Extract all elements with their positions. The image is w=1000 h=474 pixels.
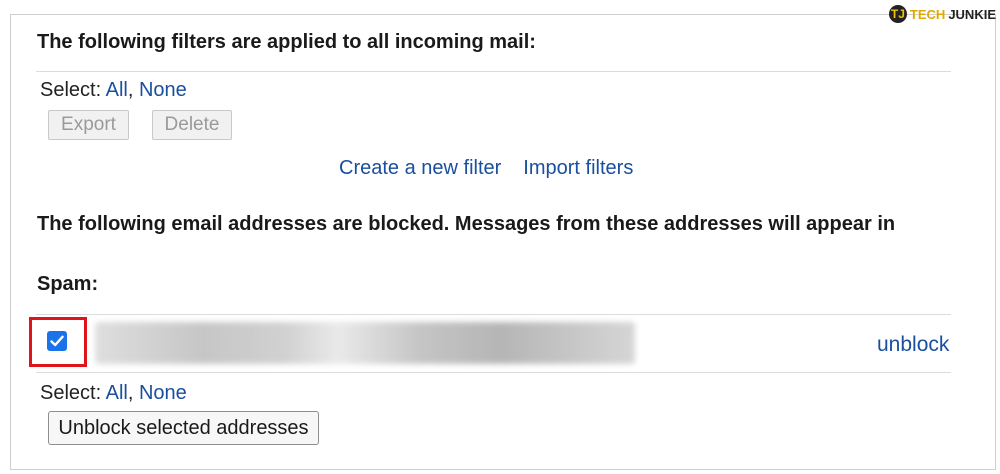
select-label: Select: [40,382,102,404]
export-button[interactable]: Export [48,110,129,140]
unblock-link[interactable]: unblock [877,333,949,357]
logo-text-junkie: JUNKIE [948,6,996,22]
create-filter-link[interactable]: Create a new filter [339,157,501,179]
checkmark-icon [50,335,64,347]
unblock-selected-button[interactable]: Unblock selected addresses [48,411,319,445]
blocked-heading: The following email addresses are blocke… [37,213,896,235]
blocked-select-row: Select: All, None [40,382,187,404]
delete-button[interactable]: Delete [152,110,232,140]
divider [36,71,951,72]
select-all-link[interactable]: All [106,382,128,404]
blocked-address-checkbox[interactable] [47,331,67,351]
import-filters-link[interactable]: Import filters [523,157,633,179]
divider [36,314,951,315]
select-none-link[interactable]: None [139,382,187,404]
select-all-link[interactable]: All [106,79,128,101]
divider [36,372,951,373]
filters-heading: The following filters are applied to all… [37,31,536,53]
logo-text-tech: TECH [909,6,946,22]
filters-select-row: Select: All, None [40,79,187,101]
blocked-heading-spam: Spam: [37,273,99,295]
blurred-email-address [95,322,635,364]
select-none-link[interactable]: None [139,79,187,101]
techjunkie-logo: TJ TECH JUNKIE [888,4,996,24]
filter-actions: Create a new filter Import filters [339,157,655,180]
select-label: Select: [40,79,102,101]
tj-logo-icon: TJ [888,5,907,23]
